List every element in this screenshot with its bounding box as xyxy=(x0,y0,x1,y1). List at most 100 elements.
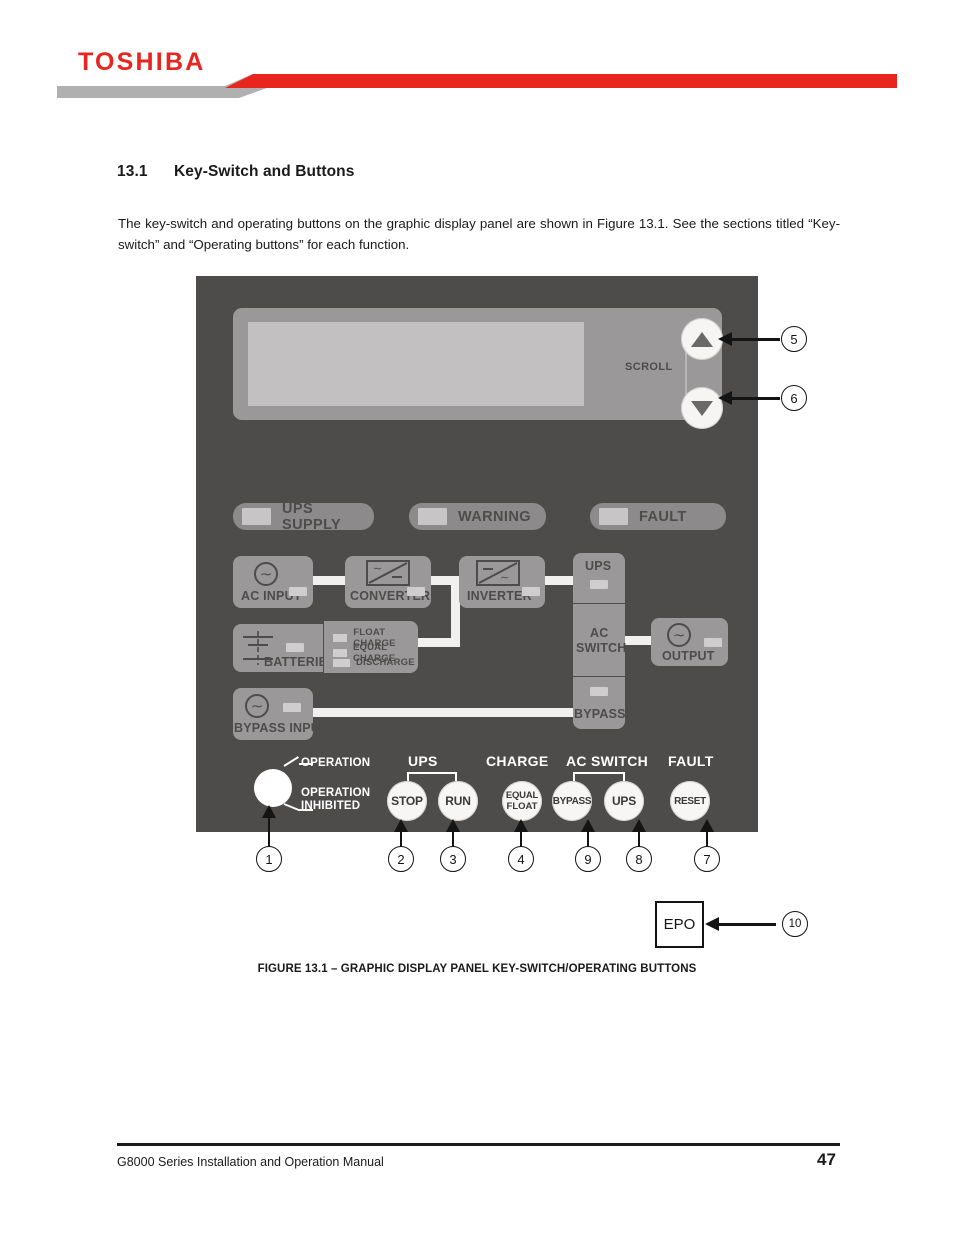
scroll-label: SCROLL xyxy=(625,361,673,373)
callout-9: 9 xyxy=(575,846,601,872)
callout-7-leader xyxy=(706,830,709,847)
callout-3-leader xyxy=(452,830,455,847)
graphic-display-panel: SCROLL UPS SUPPLY WARNING FAULT ∼ AC INP… xyxy=(196,276,758,832)
led-indicator xyxy=(418,508,447,525)
callout-1-leader xyxy=(268,818,271,847)
button-label-line1: EQUAL xyxy=(505,790,539,801)
callout-10-arrow xyxy=(705,917,719,931)
callout-1: 1 xyxy=(256,846,282,872)
callout-5: 5 xyxy=(781,326,807,352)
ac-source-icon: ∼ xyxy=(254,562,278,586)
charge-state-label: DISCHARGE xyxy=(356,657,415,668)
scroll-down-button[interactable] xyxy=(681,387,723,429)
lcd-screen xyxy=(248,322,584,406)
bus-acinput-converter xyxy=(308,576,350,585)
page-header: TOSHIBA xyxy=(0,0,954,110)
callout-7: 7 xyxy=(694,846,720,872)
mimic-inverter: ∼ INVERTER xyxy=(459,556,545,608)
intro-paragraph: The key-switch and operating buttons on … xyxy=(118,216,840,252)
button-run[interactable]: RUN xyxy=(438,781,478,821)
mimic-label: BYPASS xyxy=(574,707,626,721)
key-switch[interactable] xyxy=(254,769,292,807)
button-stop[interactable]: STOP xyxy=(387,781,427,821)
status-indicator-ups-supply: UPS SUPPLY xyxy=(233,500,374,533)
mimic-charge-states: FLOAT CHARGE EQUAL CHARGE DISCHARGE xyxy=(324,621,418,673)
mimic-bypass-input: ∼ BYPASS INPUT xyxy=(233,688,328,740)
callout-5-arrow xyxy=(718,332,732,346)
keyswitch-label-line2: INHIBITED xyxy=(301,799,361,812)
callout-1-arrow xyxy=(262,805,276,818)
callout-5-leader xyxy=(732,338,780,341)
mimic-bypass-node: BYPASS xyxy=(573,677,625,729)
callout-3: 3 xyxy=(440,846,466,872)
triangle-down-icon xyxy=(691,400,713,416)
callout-2-leader xyxy=(400,830,403,847)
callout-2: 2 xyxy=(388,846,414,872)
inverter-icon: ∼ xyxy=(476,560,520,586)
button-label: UPS xyxy=(611,794,637,808)
svg-text:∼: ∼ xyxy=(500,571,509,584)
mimic-ac-switch-node: AC SWITCH xyxy=(573,604,627,676)
callout-6-arrow xyxy=(718,391,732,405)
callout-8-leader xyxy=(638,830,641,847)
group-bracket-ups xyxy=(407,772,457,781)
status-label: UPS SUPPLY xyxy=(282,500,342,533)
led-indicator xyxy=(704,638,722,647)
button-reset[interactable]: RESET xyxy=(670,781,710,821)
mimic-ups-node: UPS xyxy=(573,553,625,603)
led-indicator xyxy=(522,587,540,596)
button-label-line2: FLOAT xyxy=(506,801,538,812)
group-title-ups: UPS xyxy=(408,753,438,769)
button-bypass[interactable]: BYPASS xyxy=(552,781,592,821)
callout-10: 10 xyxy=(782,911,808,937)
section-number: 13.1 xyxy=(117,163,148,180)
led-indicator xyxy=(590,687,608,696)
button-ups[interactable]: UPS xyxy=(604,781,644,821)
page-title: 13.1 Key-Switch and Buttons xyxy=(117,163,354,181)
led-indicator xyxy=(333,658,350,667)
figure-13-1: SCROLL UPS SUPPLY WARNING FAULT ∼ AC INP… xyxy=(0,270,954,970)
callout-6-leader xyxy=(732,397,780,400)
led-indicator xyxy=(286,643,304,652)
led-indicator xyxy=(590,580,608,589)
group-title-charge: CHARGE xyxy=(486,753,549,769)
footer-text: G8000 Series Installation and Operation … xyxy=(117,1155,384,1169)
figure-caption: FIGURE 13.1 – GRAPHIC DISPLAY PANEL KEY-… xyxy=(257,963,697,975)
callout-6: 6 xyxy=(781,385,807,411)
bus-bypassinput-bypass xyxy=(308,708,580,717)
callout-9-leader xyxy=(587,830,590,847)
mimic-output: ∼ OUTPUT xyxy=(651,618,728,666)
epo-button[interactable]: EPO xyxy=(655,901,704,948)
ac-source-icon: ∼ xyxy=(667,623,691,647)
bus-charge-converter xyxy=(412,638,458,647)
status-indicator-fault: FAULT xyxy=(590,503,726,530)
button-equal-float[interactable]: EQUAL FLOAT xyxy=(502,781,542,821)
footer-divider xyxy=(117,1143,840,1146)
page-number: 47 xyxy=(817,1150,836,1169)
group-bracket-ac-switch xyxy=(573,772,625,781)
callout-4-leader xyxy=(520,830,523,847)
status-label: FAULT xyxy=(639,508,687,525)
keyswitch-leader-top xyxy=(283,756,299,767)
mimic-label: BYPASS INPUT xyxy=(234,721,328,735)
ac-source-icon: ∼ xyxy=(245,694,269,718)
scroll-up-button[interactable] xyxy=(681,318,723,360)
charge-state-discharge: DISCHARGE xyxy=(333,657,415,668)
group-title-ac-switch: AC SWITCH xyxy=(566,753,649,769)
button-label: STOP xyxy=(391,794,423,808)
callout-4: 4 xyxy=(508,846,534,872)
mimic-label: AC xyxy=(590,626,609,640)
mimic-label: SWITCH xyxy=(576,641,627,655)
led-indicator xyxy=(599,508,628,525)
svg-text:∼: ∼ xyxy=(373,562,382,575)
mimic-batteries: BATTERIES xyxy=(233,624,336,672)
led-indicator xyxy=(333,649,347,657)
button-label: BYPASS xyxy=(552,795,592,807)
led-indicator xyxy=(283,703,301,712)
button-label: RUN xyxy=(445,794,471,808)
mimic-label: UPS xyxy=(585,559,612,573)
keyswitch-label-line1: OPERATION xyxy=(301,787,371,799)
led-indicator xyxy=(407,587,425,596)
led-indicator xyxy=(242,508,271,525)
keyswitch-label-operation-inhibited: OPERATION INHIBITED xyxy=(301,787,370,812)
